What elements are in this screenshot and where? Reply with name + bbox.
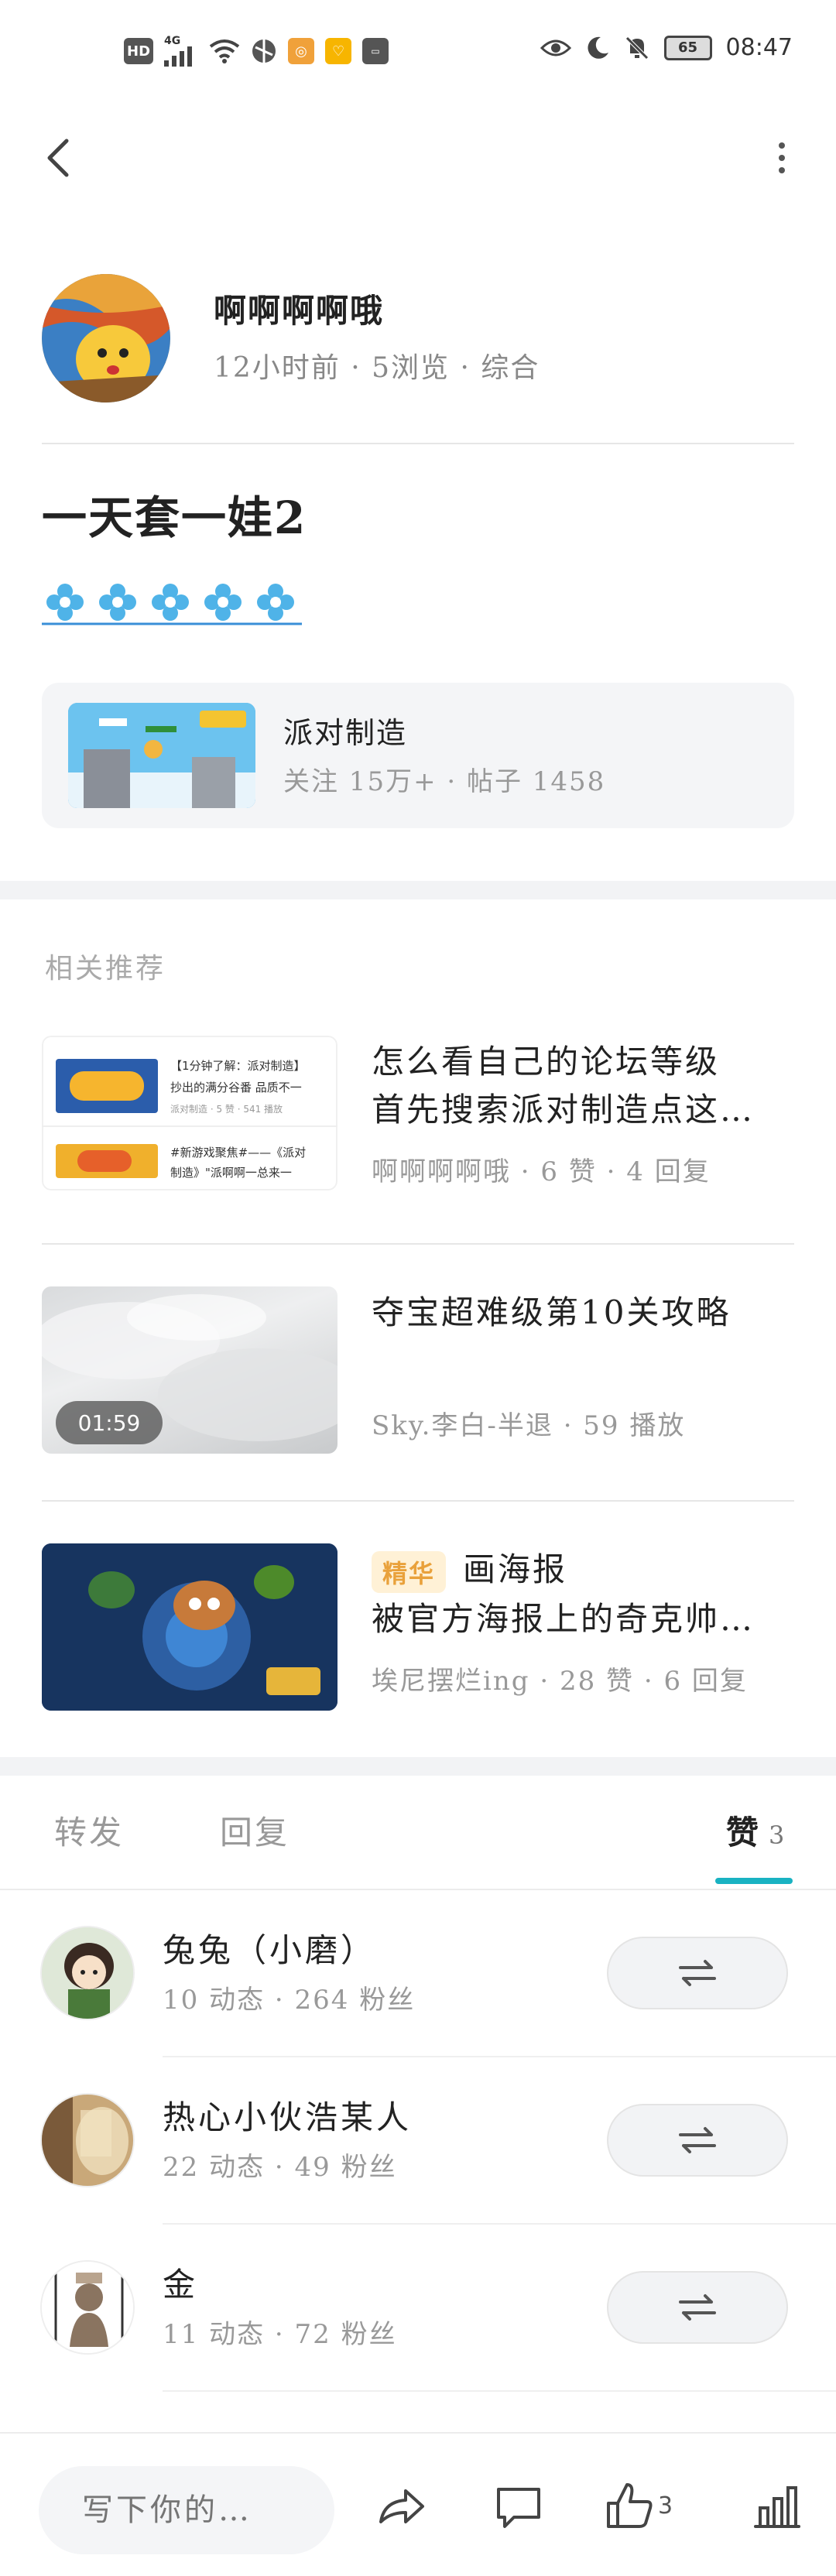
section-divider [0,1757,836,1776]
repost-button[interactable] [607,2271,788,2344]
comment-button[interactable] [491,2478,546,2534]
user-avatar[interactable] [40,2260,135,2355]
recommend-item-meta: 啊啊啊啊哦 · 6 赞 · 4 回复 [372,1156,711,1187]
comment-input[interactable] [39,2466,334,2554]
status-bar: HD 4G ◎ ♡ ▭ 65 08:47 [0,0,836,101]
list-item[interactable]: 热心小伙浩某人 22 动态 · 49 粉丝 [0,2057,836,2225]
tab-repost[interactable]: 转发 [54,1807,124,1854]
user-name[interactable]: 金 [163,2259,198,2306]
user-name[interactable]: 兔兔（小磨） [163,1924,376,1971]
like-count: 3 [658,2492,673,2519]
author-name[interactable]: 啊啊啊啊哦 [214,285,384,332]
taobao-icon: ♡ [325,38,352,64]
tab-like-label: 赞 [726,1814,762,1852]
video-duration: 01:59 [56,1401,163,1444]
tab-like[interactable]: 赞3 [726,1807,786,1854]
chevron-left-icon [47,139,69,177]
recommend-item-summary: 被官方海报上的奇克帅… [372,1600,755,1638]
section-divider [0,881,836,899]
hd-indicator: HD [124,38,154,64]
recommend-item-title: 精华 画海报 [372,1543,794,1593]
user-avatar[interactable] [40,2093,135,2187]
recommend-thumbnail [42,1543,337,1711]
active-tab-indicator [715,1878,793,1884]
status-icons-right: 65 08:47 [540,34,793,61]
more-options-button[interactable] [759,135,805,181]
like-button[interactable] [602,2478,658,2534]
featured-badge: 精华 [372,1551,447,1593]
tab-reply[interactable]: 回复 [220,1807,290,1854]
game-thumbnail [68,703,255,808]
list-item[interactable]: 兔兔（小磨） 10 动态 · 264 粉丝 [0,1890,836,2057]
recommend-item[interactable]: 01:59 夺宝超难级第10关攻略 Sky.李白-半退 · 59 播放 [42,1286,794,1454]
tab-like-count: 3 [769,1821,787,1850]
author-header: 啊啊啊啊哦 12小时前 · 5浏览 · 综合 [42,274,794,402]
repost-button[interactable] [607,2104,788,2177]
post-emoji-row [42,579,302,627]
recommend-item-title: 怎么看自己的论坛等级 [372,1043,721,1081]
eye-icon [540,39,571,56]
thumbnail-text: 制造》"派啊啊一总来一 [170,1166,292,1180]
video-thumbnail: 01:59 [42,1286,337,1454]
bar-chart-icon [754,2486,800,2528]
stats-button[interactable] [749,2478,805,2534]
recommend-item[interactable]: 【1分钟了解：派对制造】 抄出的满分谷番 品质不一 派对制造 · 5 赞 · 5… [42,1036,794,1237]
game-stats: 关注 15万+ · 帖子 1458 [283,766,606,797]
comment-icon [497,2488,540,2528]
thumbs-up-icon [607,2483,653,2528]
top-nav [0,124,836,194]
share-button[interactable] [373,2478,429,2534]
recommend-thumbnail: 【1分钟了解：派对制造】 抄出的满分谷番 品质不一 派对制造 · 5 赞 · 5… [42,1036,337,1190]
recommend-title: 相关推荐 [45,953,166,985]
browser-icon [252,39,276,63]
swap-arrows-icon [679,2294,716,2321]
recommend-item[interactable]: 精华 画海报 被官方海报上的奇克帅… 埃尼摆烂ing · 28 赞 · 6 回复 [42,1543,794,1711]
divider [163,2390,836,2392]
recommend-item-summary: 首先搜索派对制造点这… [372,1091,755,1129]
network-type: 4G [164,35,181,47]
post-meta: 12小时前 · 5浏览 · 综合 [214,352,540,384]
divider [42,443,794,444]
recommend-item-title-text: 画海报 [463,1550,568,1588]
thumbnail-text: 抄出的满分谷番 品质不一 [170,1081,302,1094]
divider [42,1500,794,1502]
status-icons-left: HD 4G ◎ ♡ ▭ [124,36,389,67]
bottom-action-bar: 3 [0,2432,836,2576]
list-item[interactable]: 金 11 动态 · 72 粉丝 [0,2225,836,2392]
user-stats: 11 动态 · 72 粉丝 [163,2319,397,2350]
user-stats: 22 动态 · 49 粉丝 [163,2152,397,2183]
divider [42,1243,794,1245]
app-notification-icon: ▭ [362,38,389,64]
repost-button[interactable] [607,1937,788,2009]
share-arrow-icon [379,2489,424,2523]
recommend-item-meta: 埃尼摆烂ing · 28 赞 · 6 回复 [372,1666,748,1697]
swap-arrows-icon [679,1960,716,1986]
thumbnail-text: #新游戏聚焦#——《派对 [170,1146,307,1160]
user-name[interactable]: 热心小伙浩某人 [163,2091,412,2139]
game-card[interactable]: 派对制造 关注 15万+ · 帖子 1458 [42,683,794,828]
recommend-item-meta: Sky.李白-半退 · 59 播放 [372,1410,686,1441]
swap-arrows-icon [679,2127,716,2153]
clock: 08:47 [725,34,793,61]
battery-indicator: 65 [663,35,712,60]
weibo-icon: ◎ [288,38,315,64]
back-button[interactable] [37,135,84,181]
wifi-icon [209,39,240,63]
user-stats: 10 动态 · 264 粉丝 [163,1985,416,2016]
author-avatar[interactable] [42,274,170,402]
recommend-item-title: 夺宝超难级第10关攻略 [372,1293,732,1331]
thumbnail-text: 派对制造 · 5 赞 · 541 播放 [170,1104,283,1115]
mute-bell-icon [625,36,649,60]
thumbnail-text: 【1分钟了解：派对制造】 [170,1059,306,1073]
post-title: 一天套一娃2 [42,492,307,544]
game-name: 派对制造 [283,716,408,750]
interaction-tabs: 转发 回复 赞3 [0,1776,836,1889]
more-vertical-icon [779,142,785,173]
user-avatar[interactable] [40,1926,135,2020]
signal-icon: 4G [164,36,198,67]
moon-icon [587,36,608,59]
